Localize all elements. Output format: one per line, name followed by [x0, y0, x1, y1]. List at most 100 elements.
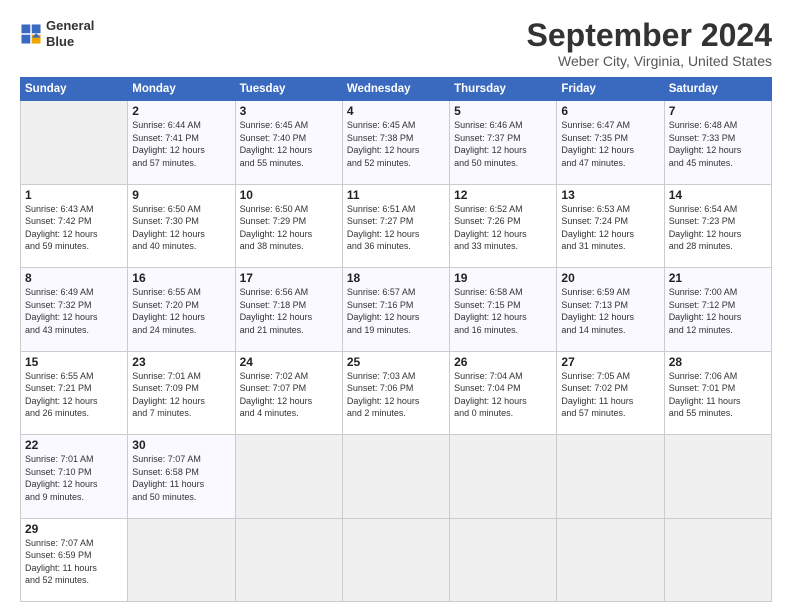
- day-number: 13: [561, 188, 659, 202]
- day-info: Sunrise: 6:45 AM Sunset: 7:40 PM Dayligh…: [240, 119, 338, 169]
- calendar-cell: 29Sunrise: 7:07 AM Sunset: 6:59 PM Dayli…: [21, 518, 128, 601]
- day-info: Sunrise: 6:43 AM Sunset: 7:42 PM Dayligh…: [25, 203, 123, 253]
- location-title: Weber City, Virginia, United States: [527, 53, 772, 69]
- calendar-cell: 30Sunrise: 7:07 AM Sunset: 6:58 PM Dayli…: [128, 435, 235, 518]
- day-number: 30: [132, 438, 230, 452]
- day-info: Sunrise: 6:54 AM Sunset: 7:23 PM Dayligh…: [669, 203, 767, 253]
- calendar-cell: 17Sunrise: 6:56 AM Sunset: 7:18 PM Dayli…: [235, 268, 342, 351]
- calendar-cell: 2Sunrise: 6:44 AM Sunset: 7:41 PM Daylig…: [128, 101, 235, 184]
- calendar-cell: 25Sunrise: 7:03 AM Sunset: 7:06 PM Dayli…: [342, 351, 449, 434]
- day-info: Sunrise: 6:58 AM Sunset: 7:15 PM Dayligh…: [454, 286, 552, 336]
- day-number: 9: [132, 188, 230, 202]
- day-info: Sunrise: 6:48 AM Sunset: 7:33 PM Dayligh…: [669, 119, 767, 169]
- calendar-week-row: 1Sunrise: 6:43 AM Sunset: 7:42 PM Daylig…: [21, 184, 772, 267]
- day-info: Sunrise: 6:55 AM Sunset: 7:20 PM Dayligh…: [132, 286, 230, 336]
- day-number: 22: [25, 438, 123, 452]
- calendar-cell: 11Sunrise: 6:51 AM Sunset: 7:27 PM Dayli…: [342, 184, 449, 267]
- page-header: General Blue September 2024 Weber City, …: [20, 18, 772, 69]
- calendar-cell: [342, 435, 449, 518]
- calendar-cell: 21Sunrise: 7:00 AM Sunset: 7:12 PM Dayli…: [664, 268, 771, 351]
- calendar-cell: [450, 518, 557, 601]
- calendar-cell: [21, 101, 128, 184]
- day-info: Sunrise: 7:02 AM Sunset: 7:07 PM Dayligh…: [240, 370, 338, 420]
- calendar-cell: 26Sunrise: 7:04 AM Sunset: 7:04 PM Dayli…: [450, 351, 557, 434]
- title-block: September 2024 Weber City, Virginia, Uni…: [527, 18, 772, 69]
- month-title: September 2024: [527, 18, 772, 53]
- day-number: 11: [347, 188, 445, 202]
- day-number: 12: [454, 188, 552, 202]
- calendar-cell: 13Sunrise: 6:53 AM Sunset: 7:24 PM Dayli…: [557, 184, 664, 267]
- day-info: Sunrise: 7:07 AM Sunset: 6:59 PM Dayligh…: [25, 537, 123, 587]
- calendar-cell: 10Sunrise: 6:50 AM Sunset: 7:29 PM Dayli…: [235, 184, 342, 267]
- calendar-week-row: 22Sunrise: 7:01 AM Sunset: 7:10 PM Dayli…: [21, 435, 772, 518]
- calendar-cell: 9Sunrise: 6:50 AM Sunset: 7:30 PM Daylig…: [128, 184, 235, 267]
- day-info: Sunrise: 6:56 AM Sunset: 7:18 PM Dayligh…: [240, 286, 338, 336]
- day-info: Sunrise: 7:03 AM Sunset: 7:06 PM Dayligh…: [347, 370, 445, 420]
- calendar-cell: [664, 435, 771, 518]
- calendar-cell: [235, 518, 342, 601]
- day-info: Sunrise: 6:52 AM Sunset: 7:26 PM Dayligh…: [454, 203, 552, 253]
- weekday-header: Sunday: [21, 78, 128, 101]
- calendar-week-row: 8Sunrise: 6:49 AM Sunset: 7:32 PM Daylig…: [21, 268, 772, 351]
- day-number: 1: [25, 188, 123, 202]
- day-number: 29: [25, 522, 123, 536]
- calendar-cell: 1Sunrise: 6:43 AM Sunset: 7:42 PM Daylig…: [21, 184, 128, 267]
- calendar-cell: 28Sunrise: 7:06 AM Sunset: 7:01 PM Dayli…: [664, 351, 771, 434]
- day-number: 25: [347, 355, 445, 369]
- day-number: 28: [669, 355, 767, 369]
- day-number: 24: [240, 355, 338, 369]
- day-number: 18: [347, 271, 445, 285]
- calendar-cell: 6Sunrise: 6:47 AM Sunset: 7:35 PM Daylig…: [557, 101, 664, 184]
- calendar-cell: 24Sunrise: 7:02 AM Sunset: 7:07 PM Dayli…: [235, 351, 342, 434]
- day-info: Sunrise: 6:51 AM Sunset: 7:27 PM Dayligh…: [347, 203, 445, 253]
- calendar-cell: [664, 518, 771, 601]
- day-number: 4: [347, 104, 445, 118]
- calendar-cell: [557, 518, 664, 601]
- calendar-cell: 22Sunrise: 7:01 AM Sunset: 7:10 PM Dayli…: [21, 435, 128, 518]
- day-info: Sunrise: 6:45 AM Sunset: 7:38 PM Dayligh…: [347, 119, 445, 169]
- calendar-cell: [342, 518, 449, 601]
- day-number: 3: [240, 104, 338, 118]
- calendar-cell: [450, 435, 557, 518]
- day-info: Sunrise: 7:07 AM Sunset: 6:58 PM Dayligh…: [132, 453, 230, 503]
- calendar-cell: 18Sunrise: 6:57 AM Sunset: 7:16 PM Dayli…: [342, 268, 449, 351]
- calendar-week-row: 15Sunrise: 6:55 AM Sunset: 7:21 PM Dayli…: [21, 351, 772, 434]
- day-info: Sunrise: 6:53 AM Sunset: 7:24 PM Dayligh…: [561, 203, 659, 253]
- day-number: 5: [454, 104, 552, 118]
- calendar-table: SundayMondayTuesdayWednesdayThursdayFrid…: [20, 77, 772, 602]
- weekday-header: Saturday: [664, 78, 771, 101]
- weekday-header: Friday: [557, 78, 664, 101]
- day-number: 6: [561, 104, 659, 118]
- calendar-cell: 19Sunrise: 6:58 AM Sunset: 7:15 PM Dayli…: [450, 268, 557, 351]
- calendar-cell: 5Sunrise: 6:46 AM Sunset: 7:37 PM Daylig…: [450, 101, 557, 184]
- calendar-cell: [235, 435, 342, 518]
- day-number: 20: [561, 271, 659, 285]
- day-info: Sunrise: 7:05 AM Sunset: 7:02 PM Dayligh…: [561, 370, 659, 420]
- weekday-header: Tuesday: [235, 78, 342, 101]
- day-info: Sunrise: 6:55 AM Sunset: 7:21 PM Dayligh…: [25, 370, 123, 420]
- weekday-header: Monday: [128, 78, 235, 101]
- calendar-header-row: SundayMondayTuesdayWednesdayThursdayFrid…: [21, 78, 772, 101]
- calendar-cell: 12Sunrise: 6:52 AM Sunset: 7:26 PM Dayli…: [450, 184, 557, 267]
- day-info: Sunrise: 6:59 AM Sunset: 7:13 PM Dayligh…: [561, 286, 659, 336]
- day-number: 23: [132, 355, 230, 369]
- day-number: 19: [454, 271, 552, 285]
- day-number: 17: [240, 271, 338, 285]
- day-number: 14: [669, 188, 767, 202]
- day-number: 26: [454, 355, 552, 369]
- calendar-cell: 14Sunrise: 6:54 AM Sunset: 7:23 PM Dayli…: [664, 184, 771, 267]
- day-info: Sunrise: 6:57 AM Sunset: 7:16 PM Dayligh…: [347, 286, 445, 336]
- calendar-cell: 8Sunrise: 6:49 AM Sunset: 7:32 PM Daylig…: [21, 268, 128, 351]
- day-number: 15: [25, 355, 123, 369]
- calendar-cell: 15Sunrise: 6:55 AM Sunset: 7:21 PM Dayli…: [21, 351, 128, 434]
- day-info: Sunrise: 7:01 AM Sunset: 7:09 PM Dayligh…: [132, 370, 230, 420]
- calendar-cell: 27Sunrise: 7:05 AM Sunset: 7:02 PM Dayli…: [557, 351, 664, 434]
- day-info: Sunrise: 7:04 AM Sunset: 7:04 PM Dayligh…: [454, 370, 552, 420]
- calendar-cell: 16Sunrise: 6:55 AM Sunset: 7:20 PM Dayli…: [128, 268, 235, 351]
- calendar-cell: 4Sunrise: 6:45 AM Sunset: 7:38 PM Daylig…: [342, 101, 449, 184]
- day-info: Sunrise: 6:46 AM Sunset: 7:37 PM Dayligh…: [454, 119, 552, 169]
- calendar-cell: [557, 435, 664, 518]
- weekday-header: Thursday: [450, 78, 557, 101]
- day-number: 10: [240, 188, 338, 202]
- day-number: 16: [132, 271, 230, 285]
